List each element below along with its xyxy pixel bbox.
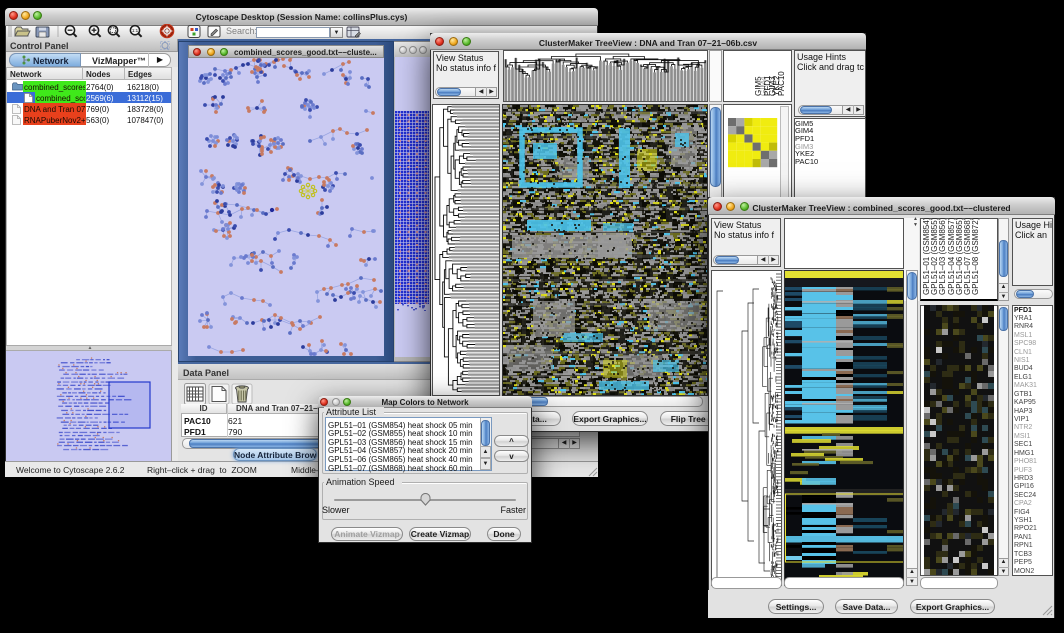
svg-text:Search:: Search: [226,26,257,36]
svg-text:1:1: 1:1 [132,28,139,33]
